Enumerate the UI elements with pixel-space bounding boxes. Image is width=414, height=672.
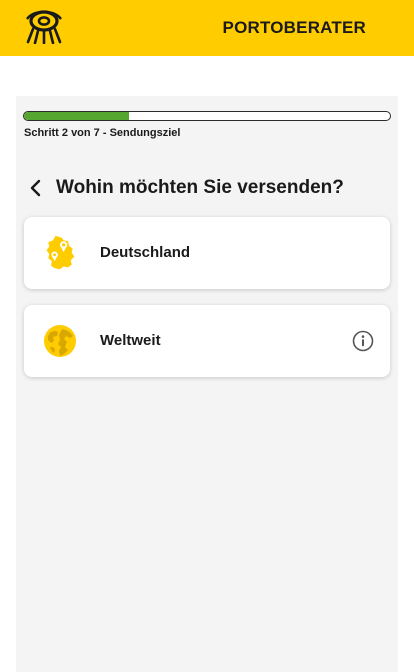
option-weltweit-card[interactable]: Weltweit bbox=[24, 305, 390, 377]
question-row: Wohin möchten Sie versenden? bbox=[24, 174, 344, 202]
option-weltweit-label: Weltweit bbox=[100, 332, 161, 349]
app-header: PORTOBERATER bbox=[0, 0, 414, 56]
progress-fill bbox=[24, 112, 129, 120]
info-icon[interactable] bbox=[352, 330, 374, 352]
app-title: PORTOBERATER bbox=[222, 18, 366, 37]
question-heading: Wohin möchten Sie versenden? bbox=[56, 177, 344, 198]
posthorn-logo-icon[interactable] bbox=[24, 10, 64, 44]
germany-map-pin-icon bbox=[46, 235, 75, 270]
progress-bar bbox=[23, 111, 391, 121]
step-label: Schritt 2 von 7 - Sendungsziel bbox=[24, 127, 181, 139]
option-deutschland-label: Deutschland bbox=[100, 244, 191, 261]
globe-icon bbox=[44, 325, 76, 357]
option-deutschland-card[interactable]: Deutschland bbox=[24, 217, 390, 289]
main-content: Schritt 2 von 7 - Sendungsziel Wohin möc… bbox=[16, 96, 398, 672]
chevron-left-icon[interactable] bbox=[24, 176, 48, 200]
